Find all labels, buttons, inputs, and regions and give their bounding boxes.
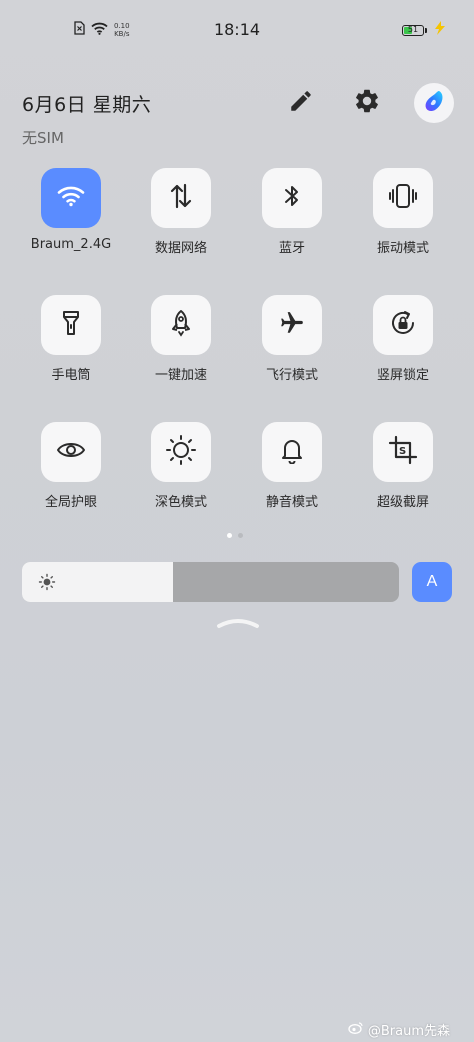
- weibo-icon: [348, 1021, 364, 1038]
- date-text: 6月6日 星期六: [22, 94, 152, 116]
- page-dot-active: [227, 533, 232, 538]
- tile-button[interactable]: [262, 295, 322, 355]
- tile-label: 超级截屏: [376, 495, 429, 510]
- tile-button[interactable]: [41, 422, 101, 482]
- tile-airplane[interactable]: 飞行模式: [242, 295, 342, 383]
- sim-status: 无SIM: [22, 129, 64, 147]
- tile-button[interactable]: [373, 168, 433, 228]
- tile-button[interactable]: [41, 295, 101, 355]
- tile-data-network[interactable]: 数据网络: [131, 168, 231, 256]
- avatar[interactable]: [414, 83, 454, 123]
- theme-logo-icon: [421, 88, 447, 118]
- tile-label: 手电筒: [51, 368, 91, 383]
- tile-silent[interactable]: 静音模式: [242, 422, 342, 510]
- tile-label: 振动模式: [376, 241, 429, 256]
- tile-label: 全局护眼: [44, 495, 97, 510]
- page-dot: [238, 533, 243, 538]
- dark-mode-icon: [165, 434, 197, 470]
- tile-dark-mode[interactable]: 深色模式: [131, 422, 231, 510]
- tile-button[interactable]: [151, 168, 211, 228]
- settings-button[interactable]: [348, 84, 386, 122]
- tile-label: 飞行模式: [265, 368, 318, 383]
- collapse-handle[interactable]: [216, 614, 260, 633]
- tile-vibrate[interactable]: 振动模式: [353, 168, 453, 256]
- battery-level: 51: [407, 24, 419, 34]
- vibrate-icon: [388, 183, 418, 213]
- page-indicator: [227, 533, 243, 538]
- brightness-slider[interactable]: [22, 562, 399, 602]
- tile-button[interactable]: [373, 295, 433, 355]
- tile-button[interactable]: [262, 168, 322, 228]
- rotation-lock-icon: [389, 309, 417, 341]
- gear-icon: [353, 87, 381, 119]
- tile-button[interactable]: [151, 422, 211, 482]
- airplane-icon: [277, 310, 307, 340]
- status-bar: 0.10 KB/s 18:14 51: [0, 0, 474, 60]
- data-network-icon: [169, 183, 193, 213]
- bluetooth-icon: [283, 183, 301, 213]
- edit-button[interactable]: [282, 84, 320, 122]
- tile-eye-care[interactable]: 全局护眼: [21, 422, 121, 510]
- tile-button[interactable]: [41, 168, 101, 228]
- tile-label: 一键加速: [154, 368, 207, 383]
- svg-text:S: S: [399, 446, 406, 457]
- tile-boost[interactable]: 一键加速: [131, 295, 231, 383]
- tile-label: 静音模式: [265, 495, 318, 510]
- tile-label: 蓝牙: [278, 241, 305, 256]
- tile-super-screenshot[interactable]: S 超级截屏: [353, 422, 453, 510]
- rocket-icon: [170, 309, 192, 341]
- status-right: 51: [402, 20, 448, 40]
- flashlight-icon: [61, 309, 81, 341]
- chevron-up-icon: [216, 614, 260, 633]
- tile-button[interactable]: S: [373, 422, 433, 482]
- battery-icon: 51: [402, 24, 427, 36]
- tile-label: 数据网络: [154, 241, 207, 256]
- pencil-icon: [288, 88, 314, 118]
- tile-label: 竖屏锁定: [376, 368, 429, 383]
- wifi-icon: [57, 185, 85, 211]
- auto-brightness-button[interactable]: A: [412, 562, 452, 602]
- charging-icon: [432, 20, 448, 40]
- tile-button[interactable]: [262, 422, 322, 482]
- tile-label: Braum_2.4G: [30, 237, 112, 252]
- tile-bluetooth[interactable]: 蓝牙: [242, 168, 342, 256]
- tile-label: 深色模式: [154, 495, 207, 510]
- tile-button[interactable]: [151, 295, 211, 355]
- tile-flashlight[interactable]: 手电筒: [21, 295, 121, 383]
- watermark-text: @Braum先森: [367, 1024, 450, 1039]
- watermark: @Braum先森: [348, 1020, 450, 1039]
- bell-icon: [280, 436, 304, 468]
- screenshot-icon: S: [388, 435, 418, 469]
- tile-rotation-lock[interactable]: 竖屏锁定: [353, 295, 453, 383]
- tile-wifi[interactable]: Braum_2.4G: [21, 168, 121, 252]
- eye-icon: [56, 440, 86, 464]
- sun-icon: [38, 573, 56, 595]
